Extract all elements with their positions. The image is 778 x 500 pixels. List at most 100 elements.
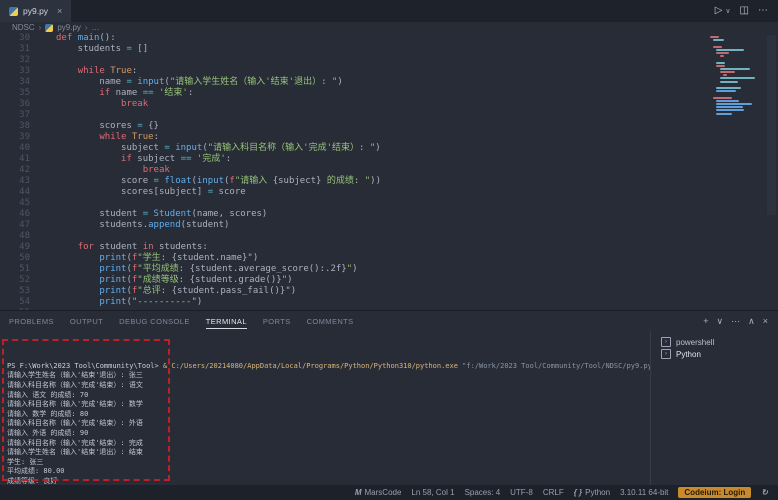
line-number: 35: [0, 88, 44, 99]
code-token: subject: [137, 154, 180, 164]
status-python-interpreter[interactable]: 3.10.11 64-bit: [620, 488, 668, 497]
terminal-text: 请输入学生姓名（输入'结束'退出）: 张三: [7, 371, 143, 379]
breadcrumb-item[interactable]: py9.py: [57, 23, 81, 32]
code-token: student: [56, 209, 143, 219]
terminal-output[interactable]: PS F:\Work\2023 Tool\Community\Tool> & C…: [0, 331, 650, 485]
status-cursor-position[interactable]: Ln 58, Col 1: [411, 488, 454, 497]
more-actions-icon[interactable]: ⋯: [731, 317, 740, 326]
code-line: subject = input("请输入科目名称（输入'完成'结束）: "): [56, 143, 698, 154]
code-line: scores = {}: [56, 121, 698, 132]
line-number: 54: [0, 297, 44, 308]
panel-tab-output[interactable]: OUTPUT: [70, 314, 103, 328]
editor[interactable]: 3031323334353637383940414243444546474849…: [0, 33, 778, 310]
editor-code[interactable]: def main(): students = [] while True: na…: [56, 33, 698, 310]
status-marscode[interactable]: MMarsCode: [355, 488, 402, 497]
code-token: score: [56, 176, 154, 186]
code-token: name: [56, 77, 126, 87]
line-number: 50: [0, 253, 44, 264]
panel-tab-debug-console[interactable]: DEBUG CONSOLE: [119, 314, 190, 328]
panel-tab-ports[interactable]: PORTS: [263, 314, 291, 328]
minimap-line: [720, 68, 750, 70]
code-token: score: [213, 187, 246, 197]
status-encoding[interactable]: UTF-8: [510, 488, 533, 497]
code-line: break: [56, 165, 698, 176]
minimap-line: [720, 77, 755, 79]
terminal-list-item-python[interactable]: ›Python: [651, 348, 778, 360]
code-token: scores[subject]: [56, 187, 208, 197]
code-token: students.: [56, 220, 148, 230]
code-token: "请输入: [235, 176, 273, 186]
run-python-file-icon[interactable]: ▷: [715, 6, 723, 16]
new-terminal-icon[interactable]: +: [703, 317, 708, 326]
terminal-line: PS F:\Work\2023 Tool\Community\Tool> & C…: [7, 362, 650, 372]
code-token: )): [370, 176, 381, 186]
breadcrumb-item[interactable]: NDSC: [12, 23, 35, 32]
code-token: scores: [56, 121, 137, 131]
editor-scrollbar[interactable]: [767, 35, 776, 215]
code-token: Student: [154, 209, 192, 219]
code-token: if: [121, 154, 137, 164]
bottom-panel: PROBLEMS OUTPUT DEBUG CONSOLE TERMINAL PORTS…: [0, 310, 778, 485]
tab-py9py[interactable]: py9.py ×: [0, 0, 71, 22]
panel-actions: + ∨ ⋯ ∧ ×: [703, 311, 768, 331]
code-token: append: [148, 220, 181, 230]
terminal-list-label: Python: [676, 350, 701, 359]
code-line: if subject == '完成':: [56, 154, 698, 165]
split-editor-icon[interactable]: ◫: [740, 6, 749, 16]
code-token: while: [99, 132, 132, 142]
status-codeium-login[interactable]: Codeium: Login: [678, 487, 751, 498]
terminal-line: 学生: 张三: [7, 458, 650, 468]
status-eol[interactable]: CRLF: [543, 488, 564, 497]
code-token: def: [56, 33, 78, 43]
code-token: print: [99, 297, 126, 307]
panel-tab-comments[interactable]: COMMENTS: [307, 314, 354, 328]
status-language-mode-icon: { }: [574, 488, 582, 497]
code-token: [56, 253, 99, 263]
status-language-mode[interactable]: { }Python: [574, 488, 610, 497]
minimap-line: [720, 71, 735, 73]
status-feedback[interactable]: ↻: [761, 488, 768, 497]
code-token: [56, 264, 99, 274]
code-line: [56, 55, 698, 66]
code-token: ): [337, 77, 342, 87]
status-marscode-label: MarsCode: [365, 488, 402, 497]
status-feedback-icon: ↻: [761, 488, 768, 497]
code-token: '完成': [197, 154, 226, 164]
minimap-line: [713, 97, 732, 99]
breadcrumb-item[interactable]: …: [92, 23, 100, 32]
code-token: main: [78, 33, 100, 43]
line-number: 45: [0, 198, 44, 209]
terminal-icon: ›: [661, 337, 671, 347]
minimap-line: [716, 49, 744, 51]
run-dropdown-icon[interactable]: ∨: [725, 8, 730, 15]
code-token: ): [197, 297, 202, 307]
terminal-text: 学生: 张三: [7, 458, 43, 466]
code-line: while True:: [56, 66, 698, 77]
line-number: 40: [0, 143, 44, 154]
terminal-text: 请输入 外语 的成绩: 90: [7, 429, 88, 437]
code-line: print(f"成绩等级: {student.grade()}"): [56, 275, 698, 286]
code-token: "----------": [132, 297, 197, 307]
tab-close-icon[interactable]: ×: [57, 6, 62, 16]
status-codeium-login-label: Codeium: Login: [684, 488, 745, 497]
panel-tab-terminal[interactable]: TERMINAL: [206, 314, 247, 329]
terminal-list-item-powershell[interactable]: ›powershell: [651, 336, 778, 348]
code-token: input: [137, 77, 164, 87]
panel-tab-problems[interactable]: PROBLEMS: [9, 314, 54, 328]
minimap[interactable]: [710, 36, 762, 119]
code-token: "成绩等级:: [137, 275, 189, 285]
line-number: 37: [0, 110, 44, 121]
status-indentation[interactable]: Spaces: 4: [465, 488, 501, 497]
code-token: input: [175, 143, 202, 153]
maximize-panel-icon[interactable]: ∧: [748, 317, 755, 326]
terminal-profile-dropdown-icon[interactable]: ∨: [717, 317, 724, 326]
code-line: print(f"学生: {student.name}"): [56, 253, 698, 264]
code-line: [56, 198, 698, 209]
panel-header: PROBLEMS OUTPUT DEBUG CONSOLE TERMINAL PORTS…: [0, 311, 778, 331]
minimap-line: [716, 106, 742, 108]
editor-more-actions-icon[interactable]: ⋯: [758, 6, 768, 16]
code-token: {}: [143, 121, 159, 131]
close-panel-icon[interactable]: ×: [763, 317, 768, 326]
minimap-line: [710, 36, 719, 38]
terminal-line: 请输入科目名称（输入'完成'结束）: 数学: [7, 400, 650, 410]
